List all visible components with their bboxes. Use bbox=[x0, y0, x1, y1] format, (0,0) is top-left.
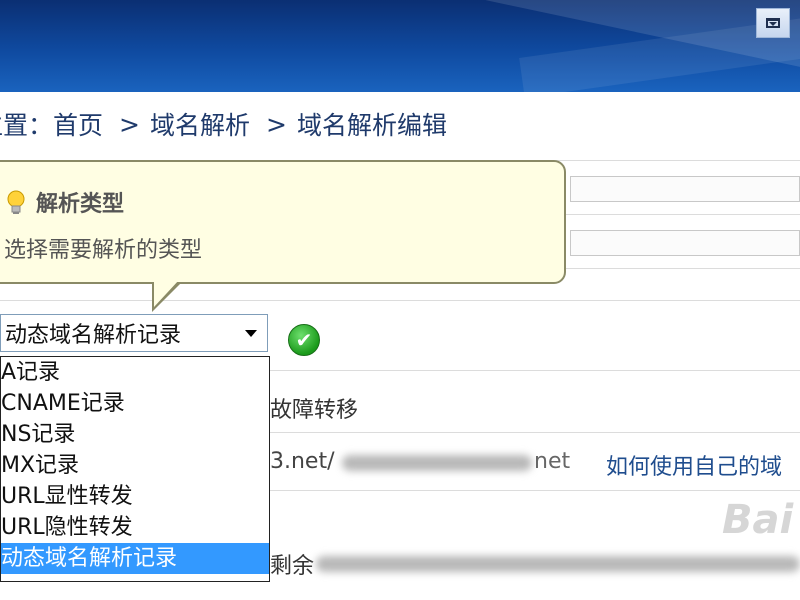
check-circle-icon: ✔ bbox=[288, 324, 320, 356]
blurred-text bbox=[316, 556, 800, 572]
window-header bbox=[0, 0, 800, 92]
breadcrumb-prefix: 位置： bbox=[0, 111, 54, 140]
domain-suffix: 3.net/ bbox=[270, 449, 335, 474]
remain-label: 剩余 bbox=[270, 554, 315, 579]
chevron-down-icon[interactable] bbox=[245, 329, 257, 337]
blurred-text bbox=[342, 455, 532, 471]
window-menu-button[interactable] bbox=[756, 8, 790, 38]
tooltip-balloon bbox=[0, 160, 566, 284]
failover-label: 故障转移 bbox=[270, 398, 359, 423]
watermark: Bai bbox=[722, 497, 794, 543]
tooltip-tail bbox=[154, 280, 179, 307]
option-ns-record[interactable]: NS记录 bbox=[1, 419, 269, 450]
option-ddns-record[interactable]: 动态域名解析记录 bbox=[1, 543, 269, 574]
help-link[interactable]: 如何使用自己的域 bbox=[606, 449, 782, 481]
breadcrumb-separator: > bbox=[266, 109, 287, 139]
option-a-record[interactable]: A记录 bbox=[1, 357, 269, 388]
domain-tail: net bbox=[534, 449, 571, 474]
record-type-options[interactable]: A记录 CNAME记录 NS记录 MX记录 URL显性转发 URL隐性转发 动态… bbox=[0, 356, 270, 582]
domain-text: 3.net/ bbox=[270, 449, 335, 474]
record-type-value: 动态域名解析记录 bbox=[5, 323, 182, 348]
option-url-explicit-forward[interactable]: URL显性转发 bbox=[1, 481, 269, 512]
dropdown-window-icon bbox=[766, 18, 780, 28]
form-divider bbox=[0, 300, 800, 301]
breadcrumb: 位置： 首页 > 域名解析 > 域名解析编辑 bbox=[0, 104, 447, 144]
breadcrumb-dns-edit: 域名解析编辑 bbox=[296, 111, 447, 140]
tooltip-title: 解析类型 bbox=[36, 192, 125, 217]
background-field bbox=[570, 230, 800, 256]
breadcrumb-home[interactable]: 首页 bbox=[53, 106, 103, 142]
lightbulb-icon bbox=[7, 190, 25, 214]
background-field bbox=[570, 176, 800, 202]
option-url-implicit-forward[interactable]: URL隐性转发 bbox=[1, 512, 269, 543]
record-type-select[interactable]: 动态域名解析记录 bbox=[0, 314, 268, 352]
tooltip-text: 选择需要解析的类型 bbox=[4, 238, 203, 263]
breadcrumb-separator: > bbox=[119, 109, 140, 139]
option-cname-record[interactable]: CNAME记录 bbox=[1, 388, 269, 419]
breadcrumb-dns[interactable]: 域名解析 bbox=[150, 106, 250, 142]
option-mx-record[interactable]: MX记录 bbox=[1, 450, 269, 481]
